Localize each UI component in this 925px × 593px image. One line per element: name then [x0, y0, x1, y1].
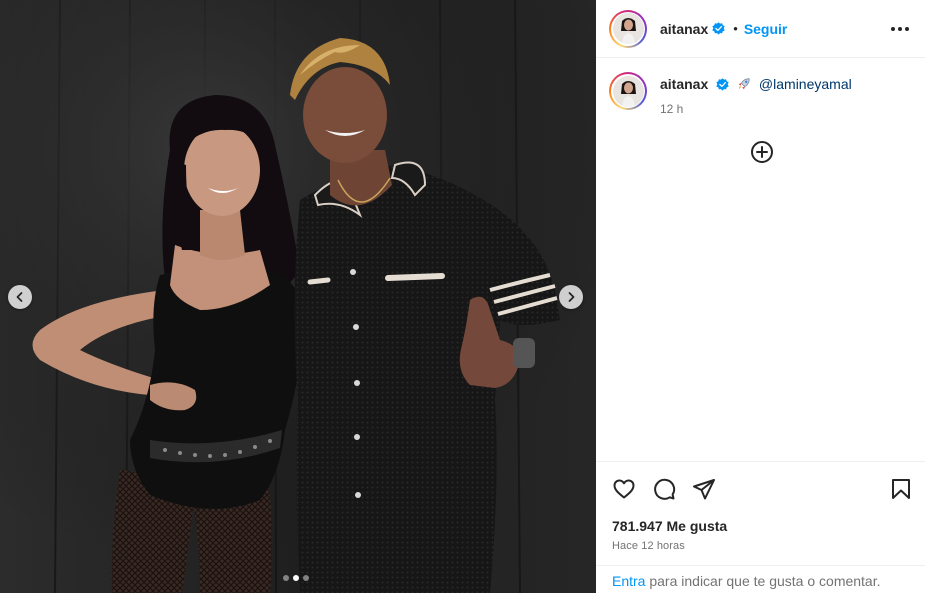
- post-timestamp: Hace 12 horas: [612, 540, 685, 552]
- comment-icon[interactable]: [652, 477, 676, 501]
- caption: aitanax @lamineyamal 12 h: [596, 58, 925, 116]
- carousel-dot: [283, 575, 289, 581]
- heart-icon[interactable]: [612, 477, 636, 501]
- chevron-left-icon: [16, 292, 23, 302]
- likes-count[interactable]: 781.947 Me gusta: [596, 515, 925, 534]
- header-username[interactable]: aitanax: [660, 21, 708, 37]
- chevron-right-icon: [568, 292, 575, 302]
- caption-timestamp: 12 h: [660, 102, 684, 116]
- carousel-dot: [293, 575, 299, 581]
- avatar-image: [612, 75, 644, 107]
- verified-badge-icon: [716, 78, 729, 91]
- caption-mention-link[interactable]: @lamineyamal: [759, 76, 852, 92]
- follow-button[interactable]: Seguir: [744, 21, 788, 37]
- post-photo: [0, 0, 596, 593]
- login-prompt: Entra para indicar que te gusta o coment…: [596, 565, 925, 593]
- avatar-image: [612, 13, 644, 44]
- post-media[interactable]: [0, 0, 596, 593]
- carousel-indicator: [283, 575, 309, 581]
- header-separator: •: [733, 21, 738, 36]
- carousel-next-button[interactable]: [559, 285, 583, 309]
- post-footer: 781.947 Me gusta Hace 12 horas: [596, 461, 925, 552]
- caption-username[interactable]: aitanax: [660, 76, 708, 92]
- caption-avatar[interactable]: [609, 72, 647, 110]
- add-circle-icon[interactable]: [750, 140, 774, 164]
- login-link[interactable]: Entra: [612, 573, 645, 589]
- post-side-panel: aitanax • Seguir aitanax @lamineyamal 12…: [596, 0, 925, 593]
- more-options-icon[interactable]: [889, 23, 911, 35]
- post-header: aitanax • Seguir: [596, 0, 925, 58]
- carousel-prev-button[interactable]: [8, 285, 32, 309]
- action-bar: [596, 462, 925, 515]
- post-dialog: aitanax • Seguir aitanax @lamineyamal 12…: [0, 0, 925, 593]
- avatar[interactable]: [609, 9, 647, 48]
- carousel-dot: [303, 575, 309, 581]
- rocket-emoji-icon: [738, 78, 750, 90]
- verified-badge-icon: [712, 22, 725, 35]
- bookmark-icon[interactable]: [889, 477, 913, 501]
- share-icon[interactable]: [692, 477, 716, 501]
- login-prompt-text: para indicar que te gusta o comentar.: [645, 573, 881, 589]
